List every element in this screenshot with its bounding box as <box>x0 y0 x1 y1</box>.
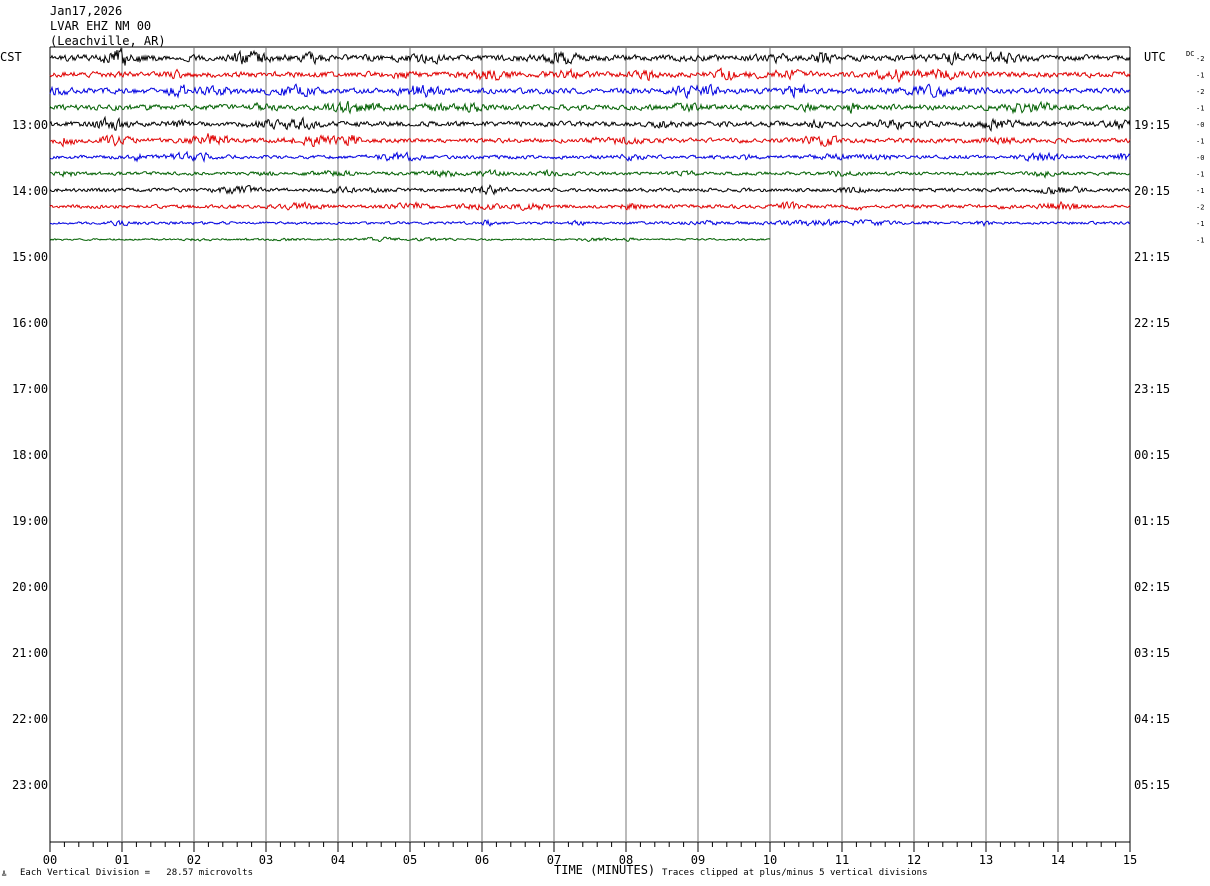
dc-offset-label: -1 <box>1196 237 1204 245</box>
seismic-trace <box>49 150 1131 164</box>
utc-hour-label: 00:15 <box>1134 448 1170 462</box>
x-tick-label: 05 <box>403 853 417 867</box>
dc-offset-label: -2 <box>1196 88 1204 96</box>
axis-labels: 00 01 02 03 04 05 06 07 08 09 10 11 12 13 14 1513:0014:… <box>12 55 1204 867</box>
utc-hour-label: 20:15 <box>1134 184 1170 198</box>
seismic-trace <box>49 133 1131 148</box>
cst-hour-label: 16:00 <box>12 316 48 330</box>
cst-hour-label: 18:00 <box>12 448 48 462</box>
seismic-trace <box>49 200 1131 212</box>
dc-offset-label: -0 <box>1196 154 1204 162</box>
x-tick-label: 13 <box>979 853 993 867</box>
dc-offset-label: -1 <box>1196 187 1204 195</box>
cst-hour-label: 17:00 <box>12 382 48 396</box>
grid-lines <box>49 46 1131 852</box>
cst-hour-label: 14:00 <box>12 184 48 198</box>
cst-hour-label: 21:00 <box>12 646 48 660</box>
x-tick-label: 15 <box>1123 853 1137 867</box>
utc-hour-label: 19:15 <box>1134 118 1170 132</box>
dc-offset-label: -1 <box>1196 171 1204 179</box>
dc-offset-label: -1 <box>1196 138 1204 146</box>
x-tick-label: 10 <box>763 853 777 867</box>
x-tick-label: 04 <box>331 853 345 867</box>
utc-hour-label: 22:15 <box>1134 316 1170 330</box>
dc-offset-label: -2 <box>1196 55 1204 63</box>
vertical-division-scale: Each Vertical Division = 28.57 microvolt… <box>20 868 253 878</box>
dc-offset-label: -1 <box>1196 105 1204 113</box>
cst-hour-label: 13:00 <box>12 118 48 132</box>
seismic-trace <box>49 67 1131 84</box>
x-tick-label: 09 <box>691 853 705 867</box>
seismic-trace <box>49 115 1131 133</box>
x-tick-label: 03 <box>259 853 273 867</box>
x-tick-label: 14 <box>1051 853 1065 867</box>
cst-hour-label: 22:00 <box>12 712 48 726</box>
cst-hour-label: 15:00 <box>12 250 48 264</box>
seismogram-plot: 00 01 02 03 04 05 06 07 08 09 10 11 12 13 14 1513:0014:… <box>12 46 1204 867</box>
x-tick-label: 01 <box>115 853 129 867</box>
utc-hour-label: 01:15 <box>1134 514 1170 528</box>
utc-hour-label: 05:15 <box>1134 778 1170 792</box>
cst-hour-label: 23:00 <box>12 778 48 792</box>
clip-note: Traces clipped at plus/minus 5 vertical … <box>662 868 928 878</box>
x-tick-label: 00 <box>43 853 57 867</box>
seismic-trace <box>49 168 1130 179</box>
dc-offset-label: -0 <box>1196 121 1204 129</box>
utc-hour-label: 02:15 <box>1134 580 1170 594</box>
seismic-trace <box>49 46 1131 66</box>
utc-hour-label: 04:15 <box>1134 712 1170 726</box>
utc-hour-label: 21:15 <box>1134 250 1170 264</box>
dc-offset-label: -1 <box>1196 72 1204 80</box>
utc-hour-label: 23:15 <box>1134 382 1170 396</box>
x-tick-label: 12 <box>907 853 921 867</box>
seismic-trace <box>49 83 1131 100</box>
utc-hour-label: 03:15 <box>1134 646 1170 660</box>
seismic-trace <box>49 100 1131 115</box>
dc-offset-label: -2 <box>1196 204 1204 212</box>
dc-offset-label: -1 <box>1196 220 1204 228</box>
x-tick-label: 11 <box>835 853 849 867</box>
seismic-trace <box>49 184 1131 196</box>
x-axis-title: TIME (MINUTES) <box>554 863 656 877</box>
x-tick-label: 02 <box>187 853 201 867</box>
corner-mark: ╩ <box>2 871 7 879</box>
cst-hour-label: 20:00 <box>12 580 48 594</box>
seismic-trace <box>49 218 1131 228</box>
x-tick-label: 06 <box>475 853 489 867</box>
trace-lines <box>49 46 1131 243</box>
cst-hour-label: 19:00 <box>12 514 48 528</box>
